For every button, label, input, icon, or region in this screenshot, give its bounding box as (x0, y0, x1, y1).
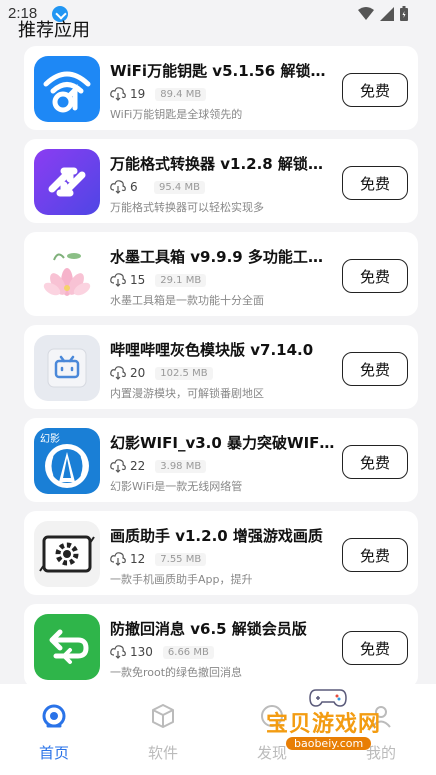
app-name: 防撤回消息 v6.5 解锁会员版 (110, 620, 307, 638)
download-count: 12 (130, 552, 146, 566)
app-list: WiFi万能钥匙 v5.1.56 解锁高级版 19 89.4 MB WiFi万能… (24, 46, 418, 697)
app-card[interactable]: 哔哩哔哩灰色模块版 v7.14.0 20 102.5 MB 内置漫游模块，可解锁… (24, 325, 418, 409)
page-title: 推荐应用 (18, 20, 90, 41)
lotus-icon (34, 242, 100, 308)
free-download-button[interactable]: 免费 (342, 445, 408, 479)
app-card[interactable]: 画质助手 v1.2.0 增强游戏画质 12 7.55 MB 一款手机画质助手Ap… (24, 511, 418, 595)
status-icons (358, 6, 408, 21)
cloud-download-icon (110, 273, 126, 287)
app-meta: 12 7.55 MB (110, 552, 207, 566)
app-description: 内置漫游模块，可解锁番剧地区 (110, 387, 264, 400)
cube-icon (152, 704, 174, 728)
free-download-button[interactable]: 免费 (342, 166, 408, 200)
file-size: 102.5 MB (155, 366, 213, 380)
file-size: 89.4 MB (155, 87, 207, 101)
app-name: 水墨工具箱 v9.9.9 多功能工具箱 (110, 248, 336, 266)
app-meta: 6 95.4 MB (110, 180, 205, 194)
wifi-signal-icon (358, 6, 374, 20)
cloud-download-icon (110, 87, 126, 101)
app-description: WiFi万能钥匙是全球领先的 (110, 108, 243, 121)
app-description: 万能格式转换器可以轻松实现多 (110, 201, 264, 214)
watermark: 宝贝游戏网 baobeiy.com (256, 684, 406, 770)
download-count: 15 (130, 273, 146, 287)
watermark-url: baobeiy.com (286, 737, 372, 750)
gear-screen-icon (34, 521, 100, 587)
cell-signal-icon (380, 6, 394, 21)
free-download-button[interactable]: 免费 (342, 73, 408, 107)
free-download-button[interactable]: 免费 (342, 352, 408, 386)
app-name: WiFi万能钥匙 v5.1.56 解锁高级版 (110, 62, 336, 80)
app-meta: 15 29.1 MB (110, 273, 207, 287)
home-icon (42, 704, 66, 728)
watermark-title: 宝贝游戏网 (266, 712, 382, 737)
nav-label: 软件 (147, 744, 178, 762)
bilibili-tv-icon (34, 335, 100, 401)
app-description: 一款手机画质助手App，提升 (110, 573, 253, 586)
phantom-wifi-icon: 幻影 (34, 428, 100, 494)
app-name: 画质助手 v1.2.0 增强游戏画质 (110, 527, 323, 545)
app-name: 万能格式转换器 v1.2.8 解锁会员版 (110, 155, 336, 173)
app-meta: 130 6.66 MB (110, 645, 214, 659)
app-description: 水墨工具箱是一款功能十分全面 (110, 294, 264, 307)
app-name: 幻影WIFI_v3.0 暴力突破WIFI密码 (110, 434, 336, 452)
free-download-button[interactable]: 免费 (342, 631, 408, 665)
nav-label: 首页 (38, 744, 69, 762)
free-download-button[interactable]: 免费 (342, 538, 408, 572)
cloud-download-icon (110, 645, 126, 659)
file-size: 95.4 MB (154, 180, 205, 194)
battery-icon (400, 6, 408, 21)
app-meta: 20 102.5 MB (110, 366, 213, 380)
wifi-key-icon (34, 56, 100, 122)
app-description: 幻影WiFi是一款无线网络管 (110, 480, 243, 493)
download-count: 6 (130, 180, 138, 194)
app-card[interactable]: 水墨工具箱 v9.9.9 多功能工具箱 15 29.1 MB 水墨工具箱是一款功… (24, 232, 418, 316)
app-card[interactable]: WiFi万能钥匙 v5.1.56 解锁高级版 19 89.4 MB WiFi万能… (24, 46, 418, 130)
gamepad-icon (309, 689, 347, 707)
download-count: 19 (130, 87, 146, 101)
convert-arrows-icon (34, 149, 100, 215)
cloud-download-icon (110, 552, 126, 566)
undo-message-icon (34, 614, 100, 680)
app-meta: 19 89.4 MB (110, 87, 207, 101)
app-name: 哔哩哔哩灰色模块版 v7.14.0 (110, 341, 314, 359)
svg-text:幻影: 幻影 (40, 432, 60, 445)
file-size: 6.66 MB (162, 645, 214, 659)
nav-item-home[interactable]: 首页 (14, 702, 94, 763)
app-description: 一款免root的绿色撤回消息 (110, 666, 243, 679)
app-meta: 22 3.98 MB (110, 459, 207, 473)
cloud-download-icon (110, 366, 126, 380)
nav-item-software[interactable]: 软件 (123, 702, 203, 763)
file-size: 3.98 MB (155, 459, 207, 473)
app-card[interactable]: 万能格式转换器 v1.2.8 解锁会员版 6 95.4 MB 万能格式转换器可以… (24, 139, 418, 223)
cloud-download-icon (110, 180, 126, 194)
download-count: 130 (130, 645, 153, 659)
file-size: 7.55 MB (155, 552, 207, 566)
file-size: 29.1 MB (155, 273, 207, 287)
cloud-download-icon (110, 459, 126, 473)
download-count: 22 (130, 459, 146, 473)
download-count: 20 (130, 366, 146, 380)
free-download-button[interactable]: 免费 (342, 259, 408, 293)
app-card[interactable]: 幻影 幻影WIFI_v3.0 暴力突破WIFI密码 22 3.98 MB 幻影W… (24, 418, 418, 502)
app-card[interactable]: 防撤回消息 v6.5 解锁会员版 130 6.66 MB 一款免root的绿色撤… (24, 604, 418, 688)
